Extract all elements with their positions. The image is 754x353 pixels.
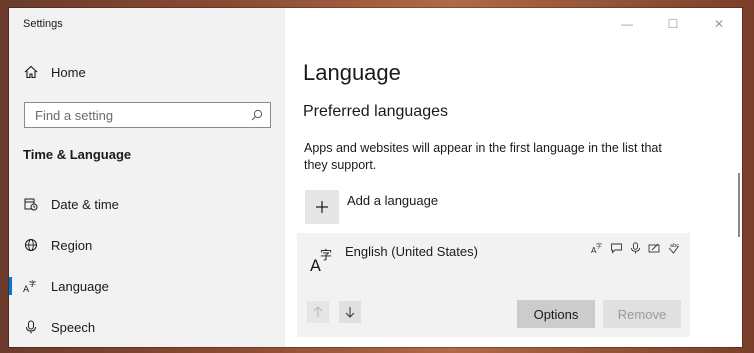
handwriting-icon xyxy=(647,241,661,255)
add-language-label[interactable]: Add a language xyxy=(347,193,438,208)
maximize-button[interactable]: ☐ xyxy=(650,8,696,40)
section-description: Apps and websites will appear in the fir… xyxy=(304,141,662,172)
settings-window: Settings Home Time & Language Date & tim… xyxy=(9,8,742,347)
sidebar-item-label: Language xyxy=(51,278,109,294)
sidebar-item-label: Region xyxy=(51,237,93,253)
sidebar-item-speech[interactable]: Speech xyxy=(9,308,285,346)
sidebar-item-date-time[interactable]: Date & time xyxy=(9,185,285,223)
minimize-button[interactable]: — xyxy=(604,8,650,40)
move-up-button[interactable] xyxy=(307,301,329,323)
language-icon: A字 xyxy=(23,278,39,294)
sidebar-item-region[interactable]: Region xyxy=(9,226,285,264)
svg-text:字: 字 xyxy=(320,247,332,262)
home-label: Home xyxy=(51,64,86,80)
language-icon: A字 xyxy=(310,247,334,275)
options-button[interactable]: Options xyxy=(517,300,595,328)
language-feature-icons: A字 abc xyxy=(590,241,680,255)
svg-text:abc: abc xyxy=(670,243,679,249)
window-controls: — ☐ ✕ xyxy=(604,8,742,40)
display-language-icon: A字 xyxy=(590,241,604,255)
section-heading: Time & Language xyxy=(23,147,132,162)
add-language-button[interactable] xyxy=(305,190,339,224)
sidebar: Settings Home Time & Language Date & tim… xyxy=(9,8,285,347)
calendar-clock-icon xyxy=(23,196,39,212)
section-subtitle: Preferred languages xyxy=(303,103,448,120)
language-name: English (United States) xyxy=(345,244,478,259)
spellcheck-icon: abc xyxy=(666,241,680,255)
sidebar-item-label: Speech xyxy=(51,319,96,335)
remove-button[interactable]: Remove xyxy=(603,300,681,328)
language-list-item[interactable]: A字 English (United States) A字 abc Option… xyxy=(297,233,690,337)
svg-text:字: 字 xyxy=(596,242,602,250)
home-link[interactable]: Home xyxy=(23,64,86,80)
window-title: Settings xyxy=(23,18,63,30)
search-icon[interactable] xyxy=(244,103,270,127)
search-input[interactable] xyxy=(25,103,244,127)
microphone-icon xyxy=(23,319,39,335)
sidebar-item-language[interactable]: A字 Language xyxy=(9,267,285,305)
scrollbar[interactable] xyxy=(738,173,740,237)
add-language-row[interactable]: Add a language xyxy=(305,190,438,224)
globe-icon xyxy=(23,237,39,253)
speech-recognition-icon xyxy=(628,241,642,255)
move-down-button[interactable] xyxy=(339,301,361,323)
sidebar-item-label: Date & time xyxy=(51,196,119,212)
plus-icon xyxy=(316,201,328,213)
arrow-down-icon xyxy=(345,307,355,318)
svg-text:字: 字 xyxy=(29,279,36,288)
page-title: Language xyxy=(303,60,401,85)
search-box[interactable] xyxy=(24,102,271,128)
arrow-up-icon xyxy=(313,306,323,317)
main-content: — ☐ ✕ Language Preferred languages Apps … xyxy=(285,8,742,347)
text-to-speech-icon xyxy=(609,241,623,255)
close-button[interactable]: ✕ xyxy=(696,8,742,40)
home-icon xyxy=(23,64,39,80)
